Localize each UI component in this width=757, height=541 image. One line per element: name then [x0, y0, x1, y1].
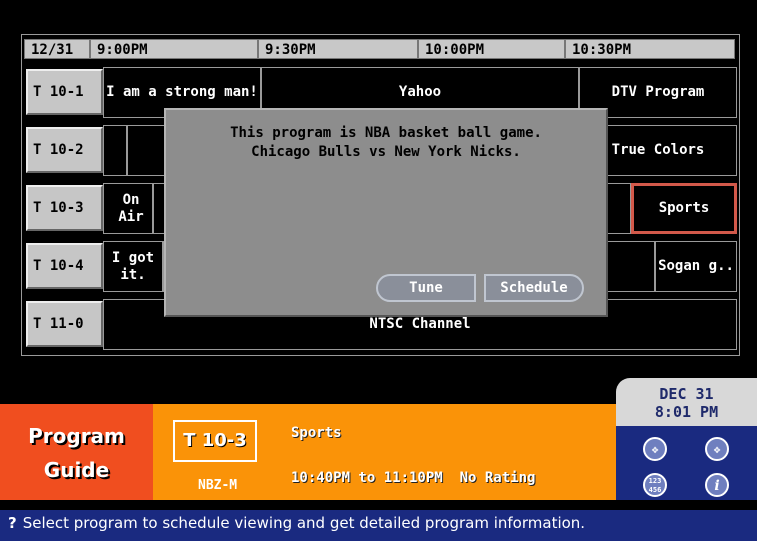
info-icon[interactable]: i	[705, 473, 729, 497]
description-line: Chicago Bulls vs New York Nicks.	[251, 144, 521, 160]
header-slot-1000: 10:00PM	[418, 39, 565, 59]
header-slot-1030: 10:30PM	[565, 39, 735, 59]
clock-time: 8:01 PM	[654, 403, 719, 421]
program-cell[interactable]: I got it.	[103, 241, 163, 292]
header-slot-930: 9:30PM	[258, 39, 418, 59]
move-icon[interactable]: ✥	[643, 437, 667, 461]
schedule-button[interactable]: Schedule	[484, 274, 584, 302]
program-details-dialog: This program is NBA basket ball game. Ch…	[164, 108, 608, 317]
channel-button-t10-3[interactable]: T 10-3	[26, 185, 103, 231]
guide-title-line: Program	[28, 424, 125, 448]
move-icon[interactable]: ✥	[705, 437, 729, 461]
program-info-bar: T 10-3 NBZ-M Sports 10:40PM to 11:10PM N…	[153, 404, 616, 500]
tune-button[interactable]: Tune	[376, 274, 476, 302]
header-slot-900: 9:00PM	[90, 39, 258, 59]
program-cell[interactable]: Sogan g..	[655, 241, 737, 292]
channel-button-t10-4[interactable]: T 10-4	[26, 243, 103, 289]
status-bar: ? Select program to schedule viewing and …	[0, 510, 757, 541]
clock-date: DEC 31	[659, 385, 714, 403]
program-time: 10:40PM to 11:10PM No Rating	[291, 470, 535, 486]
number-pad-icon[interactable]: 123 456	[643, 473, 667, 497]
current-channel: T 10-3	[173, 420, 257, 462]
help-icon: ?	[8, 514, 17, 532]
rating: No Rating	[459, 470, 536, 486]
status-text: Select program to schedule viewing and g…	[22, 514, 586, 532]
channel-button-t10-2[interactable]: T 10-2	[26, 127, 103, 173]
header-date: 12/31	[24, 39, 90, 59]
program-description: This program is NBA basket ball game. Ch…	[166, 124, 606, 162]
time-range: 10:40PM to 11:10PM	[291, 470, 443, 486]
channel-button-t11-0[interactable]: T 11-0	[26, 301, 103, 347]
clock: DEC 31 8:01 PM	[616, 378, 757, 426]
program-guide-label: Program Guide	[0, 404, 153, 500]
program-name: Sports	[291, 425, 342, 441]
remote-icon-panel: ✥ ✥ 123 456 i	[616, 426, 757, 500]
program-cell[interactable]	[103, 125, 127, 176]
channel-button-t10-1[interactable]: T 10-1	[26, 69, 103, 115]
guide-title-line: Guide	[43, 458, 110, 482]
description-line: This program is NBA basket ball game.	[230, 125, 542, 141]
selected-program-cell[interactable]: Sports	[631, 183, 737, 234]
program-cell[interactable]: On Air	[103, 183, 153, 234]
network-name: NBZ-M	[198, 478, 238, 493]
